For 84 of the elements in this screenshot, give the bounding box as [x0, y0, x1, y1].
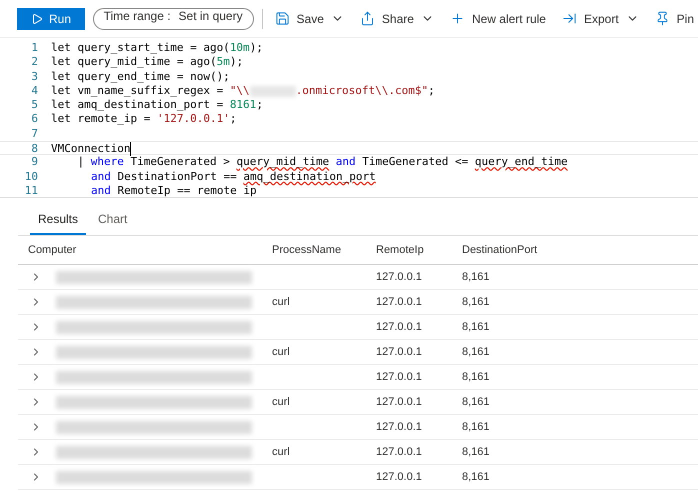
code-text: ;	[230, 112, 236, 127]
table-cell: 8,161	[462, 321, 490, 333]
code-text: |	[76, 155, 86, 170]
line-number: 1	[30, 41, 39, 56]
code-text: let query_mid_time = ago(	[51, 55, 217, 70]
code-text: );	[230, 55, 244, 70]
table-cell: 8,161	[462, 296, 490, 308]
line-number: 11	[24, 184, 39, 197]
code-text: 10m	[230, 41, 250, 56]
table-cell: curl	[272, 396, 290, 408]
table-cell: curl	[272, 296, 290, 308]
code-text: query_end_time	[474, 155, 568, 170]
run-button[interactable]: Run	[17, 8, 85, 30]
line-number: 5	[30, 98, 39, 112]
code-text: and	[91, 170, 111, 184]
code-text: where	[90, 155, 124, 170]
line-number: 8	[30, 142, 39, 154]
table-cell: 8,161	[462, 471, 490, 483]
code-text: TimeGenerated <=	[361, 155, 470, 170]
code-text: ;	[256, 98, 263, 112]
code-text: amq_destination_port	[243, 170, 376, 184]
line-number: 3	[30, 70, 39, 84]
code-text: and	[334, 155, 356, 170]
table-cell: 8,161	[462, 346, 490, 358]
code-text: let query_start_time = ago(	[51, 41, 230, 56]
table-cell: 8,161	[462, 371, 490, 383]
code-text: query_mid_time	[236, 155, 330, 170]
table-cell: 127.0.0.1	[376, 396, 422, 408]
line-number: 10	[24, 170, 39, 184]
line-number: 9	[30, 155, 39, 170]
table-cell: 127.0.0.1	[376, 321, 422, 333]
table-cell: curl	[272, 446, 290, 458]
code-text: );	[250, 41, 263, 56]
table-cell: 127.0.0.1	[376, 446, 422, 458]
code-text: RemoteIp == remote ip	[116, 184, 257, 197]
text-cursor	[130, 142, 132, 156]
code-text: .onmicrosoft\\.com$"	[296, 84, 428, 98]
line-number: 2	[30, 55, 39, 70]
plus-icon	[450, 11, 465, 26]
code-text: let query_end_time = now();	[51, 70, 230, 84]
share-button[interactable]: Share	[356, 11, 438, 26]
table-cell: 8,161	[462, 271, 490, 283]
code-text: let vm_name_suffix_regex =	[51, 84, 224, 98]
code-text: TimeGenerated >	[129, 155, 231, 170]
time-range-button[interactable]: Time range : Set in query	[92, 8, 254, 30]
code-text: 8161	[230, 98, 256, 112]
blurred-text	[250, 86, 296, 97]
share-icon	[360, 11, 375, 26]
code-text: and	[91, 184, 111, 197]
code-text: let amq_destination_port =	[51, 98, 224, 112]
export-button[interactable]: Export	[558, 11, 643, 26]
table-cell: 127.0.0.1	[376, 421, 422, 433]
column-header[interactable]: Computer	[18, 236, 262, 265]
line-number: 6	[30, 112, 39, 127]
pin-icon	[654, 11, 670, 26]
save-icon	[274, 11, 290, 26]
table-cell: 8,161	[462, 446, 490, 458]
table-cell: 8,161	[462, 421, 490, 433]
pin-button[interactable]: Pin	[650, 11, 698, 26]
line-number: 7	[30, 126, 39, 142]
code-text: DestinationPort ==	[116, 170, 238, 184]
table-cell: 127.0.0.1	[376, 346, 422, 358]
table-cell: 127.0.0.1	[376, 271, 422, 283]
table-cell: 127.0.0.1	[376, 471, 422, 483]
code-text: VMConnection	[51, 142, 130, 154]
play-icon	[31, 12, 43, 24]
code-text: "\\	[230, 84, 250, 98]
line-number: 4	[30, 84, 39, 98]
code-text: 5m	[216, 55, 230, 70]
column-header[interactable]: RemoteIp	[366, 236, 452, 265]
table-cell: 127.0.0.1	[376, 371, 422, 383]
results-tab[interactable]: Results	[30, 208, 86, 235]
code-text: let remote_ip =	[51, 112, 152, 127]
column-header[interactable]: DestinationPort	[452, 236, 698, 265]
table-cell: 8,161	[462, 396, 490, 408]
code-text: '127.0.0.1'	[156, 112, 230, 127]
plus-button[interactable]: New alert rule	[446, 11, 550, 26]
save-button[interactable]: Save	[270, 11, 348, 26]
code-text: ;	[428, 84, 435, 98]
arrow-icon	[562, 11, 577, 26]
table-cell: curl	[272, 346, 290, 358]
results-tab[interactable]: Chart	[90, 208, 136, 235]
column-header[interactable]: ProcessName	[262, 236, 366, 265]
table-cell: 127.0.0.1	[376, 296, 422, 308]
